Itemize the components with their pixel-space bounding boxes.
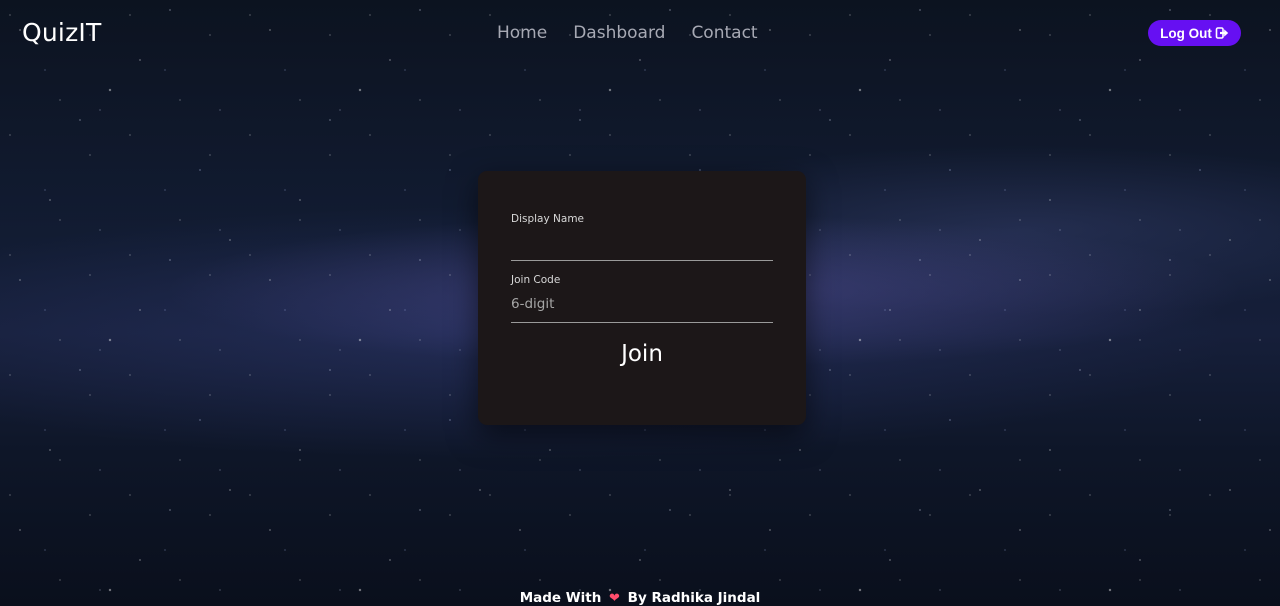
join-card: Display Name Join Code Join [478,171,806,425]
brand-logo[interactable]: QuizIT [22,18,101,47]
join-button[interactable]: Join [478,341,806,367]
nav-link-home[interactable]: Home [497,23,547,43]
footer-author: By Radhika Jindal [627,590,761,606]
footer-made-with: Made With [519,590,602,606]
nav-link-contact[interactable]: Contact [691,23,757,43]
heart-icon: ❤ [609,591,620,606]
logout-button[interactable]: Log Out [1148,20,1241,46]
footer: Made With ❤ By Radhika Jindal [0,590,1280,606]
sign-out-icon [1215,26,1229,40]
join-code-label: Join Code [511,274,561,286]
join-code-input[interactable] [511,289,773,323]
display-name-input[interactable] [511,229,773,261]
nav-link-dashboard[interactable]: Dashboard [573,23,665,43]
navbar: QuizIT Home Dashboard Contact Log Out [0,0,1280,66]
display-name-label: Display Name [511,213,585,225]
nav-links: Home Dashboard Contact [497,23,758,43]
logout-label: Log Out [1160,25,1212,41]
display-name-field: Display Name [511,213,773,261]
join-code-field: Join Code [511,274,773,323]
